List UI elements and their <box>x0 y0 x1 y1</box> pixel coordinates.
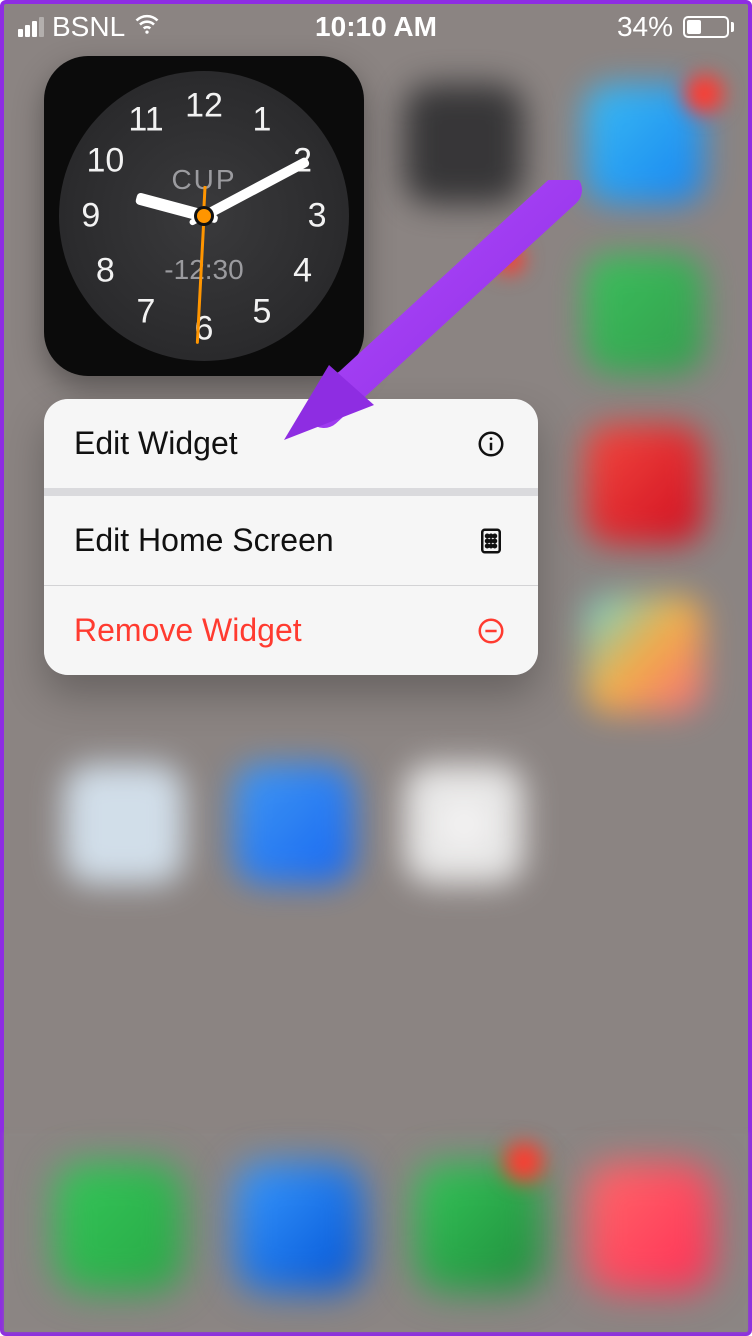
remove-widget-menu-item[interactable]: Remove Widget <box>44 586 538 675</box>
clock-number: 10 <box>85 141 125 180</box>
status-left: BSNL <box>18 10 161 45</box>
clock-face: 12 1 2 3 4 5 6 7 8 9 10 11 CUP -12:30 <box>59 71 349 361</box>
clock-number: 4 <box>283 252 323 291</box>
notification-badge <box>504 1142 544 1182</box>
notification-badge <box>494 244 524 274</box>
cellular-signal-icon <box>18 17 44 37</box>
bg-app-icon <box>404 84 524 204</box>
bg-app-icon <box>584 254 704 374</box>
battery-icon <box>679 16 734 38</box>
info-icon <box>474 429 508 459</box>
widget-context-menu: Edit Widget Edit Home Screen <box>44 399 538 675</box>
clock-offset-label: -12:30 <box>164 254 243 286</box>
clock-number: 11 <box>126 101 166 140</box>
menu-item-label: Edit Widget <box>74 425 238 462</box>
edit-widget-menu-item[interactable]: Edit Widget <box>44 399 538 496</box>
minus-circle-icon <box>474 616 508 646</box>
clock-number: 5 <box>242 292 282 331</box>
clock-number: 1 <box>242 101 282 140</box>
apps-grid-icon <box>474 526 508 556</box>
clock-number: 3 <box>297 197 337 236</box>
edit-home-screen-menu-item[interactable]: Edit Home Screen <box>44 496 538 586</box>
clock-number: 12 <box>184 86 224 125</box>
clock-number: 7 <box>126 292 166 331</box>
notification-badge <box>684 74 724 114</box>
bg-app-icon <box>234 764 354 884</box>
battery-percent: 34% <box>617 11 673 43</box>
bg-app-icon <box>64 764 184 884</box>
clock-hub <box>197 209 211 223</box>
carrier-label: BSNL <box>52 11 125 43</box>
clock-number: 6 <box>184 310 224 349</box>
status-right: 34% <box>617 11 734 43</box>
status-time: 10:10 AM <box>315 11 437 43</box>
dock-app-icon <box>54 1162 184 1292</box>
clock-number: 9 <box>71 197 111 236</box>
clock-number: 8 <box>85 252 125 291</box>
menu-item-label: Remove Widget <box>74 612 302 649</box>
dock-app-icon <box>584 1162 714 1292</box>
wifi-icon <box>133 10 161 45</box>
bg-app-icon <box>404 764 524 884</box>
dock-app-icon <box>234 1162 364 1292</box>
clock-widget[interactable]: 12 1 2 3 4 5 6 7 8 9 10 11 CUP -12:30 <box>44 56 364 376</box>
iphone-home-screen: BSNL 10:10 AM 34% 12 1 2 3 4 5 6 7 <box>0 0 752 1336</box>
status-bar: BSNL 10:10 AM 34% <box>4 4 748 44</box>
menu-item-label: Edit Home Screen <box>74 522 334 559</box>
bg-app-icon <box>584 424 704 544</box>
bg-app-icon <box>584 594 704 714</box>
